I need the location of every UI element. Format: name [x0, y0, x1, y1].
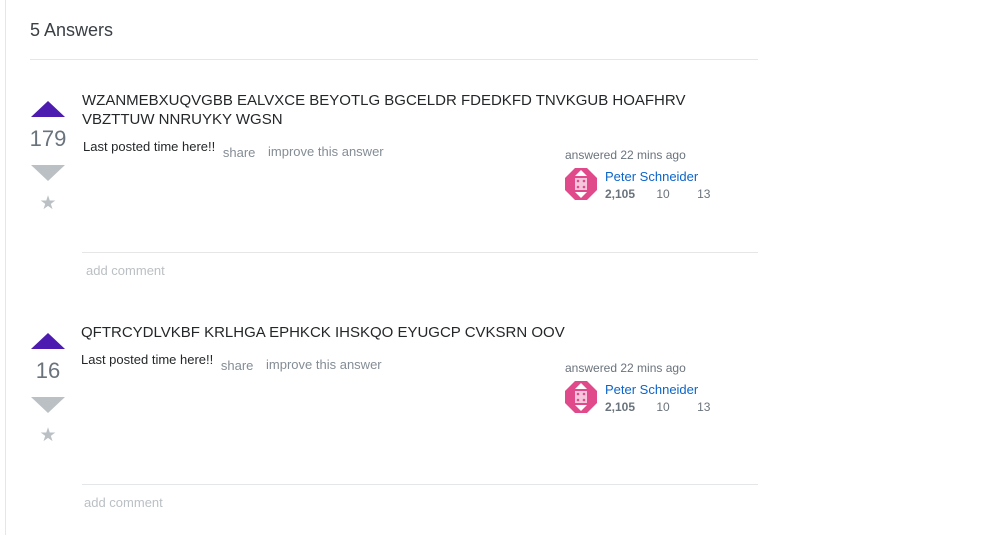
user-details: Peter Schneider 2,105 10 13 — [565, 381, 765, 415]
left-border — [5, 0, 6, 535]
answers-count-heading: 5 Answers — [30, 20, 114, 40]
star-icon[interactable]: ★ — [28, 194, 68, 214]
posted-time: Last posted time here!! — [83, 139, 216, 154]
silver-badge-count: 10 — [656, 400, 670, 414]
identicon-avatar-icon[interactable] — [565, 168, 597, 200]
add-comment-link[interactable]: add comment — [86, 263, 165, 278]
vote-up-arrow-icon[interactable] — [31, 333, 65, 349]
improve-answer-link[interactable]: improve this answer — [268, 144, 384, 159]
reputation-score: 2,105 — [605, 400, 636, 414]
user-stats: 2,105 10 13 — [605, 187, 710, 201]
vote-count: 16 — [35, 358, 61, 383]
share-link[interactable]: share — [223, 145, 256, 160]
comments-divider — [82, 252, 758, 253]
reputation-score: 2,105 — [605, 187, 636, 201]
star-icon[interactable]: ★ — [28, 426, 68, 446]
add-comment-link[interactable]: add comment — [84, 495, 163, 510]
vote-cell: 16 ★ — [28, 333, 68, 446]
vote-count: 179 — [29, 126, 67, 151]
user-name-link[interactable]: Peter Schneider — [605, 382, 698, 397]
user-card: answered 22 mins ago Peter Schneider 2,1… — [565, 361, 765, 415]
vote-down-arrow-icon[interactable] — [31, 397, 65, 413]
post-menu: Last posted time here!! share improve th… — [83, 139, 384, 160]
header-divider — [30, 59, 758, 60]
user-details: Peter Schneider 2,105 10 13 — [565, 168, 765, 202]
improve-answer-link[interactable]: improve this answer — [266, 357, 382, 372]
comments-divider — [82, 484, 758, 485]
silver-badge-count: 10 — [656, 187, 670, 201]
answer-body: QFTRCYDLVKBF KRLHGA EPHKCK IHSKQO EYUGCP… — [81, 324, 565, 341]
post-menu: Last posted time here!! share improve th… — [81, 352, 382, 373]
answered-time: answered 22 mins ago — [565, 361, 686, 375]
posted-time: Last posted time here!! — [81, 352, 214, 367]
answer-body: WZANMEBXUQVGBB EALVXCE BEYOTLG BGCELDR F… — [82, 92, 686, 128]
bronze-badge-count: 13 — [697, 400, 711, 414]
share-link[interactable]: share — [221, 358, 254, 373]
user-stats: 2,105 10 13 — [605, 400, 710, 414]
vote-cell: 179 ★ — [28, 101, 68, 214]
answered-time: answered 22 mins ago — [565, 148, 686, 162]
vote-down-arrow-icon[interactable] — [31, 165, 65, 181]
vote-up-arrow-icon[interactable] — [31, 101, 65, 117]
bronze-badge-count: 13 — [697, 187, 711, 201]
user-name-link[interactable]: Peter Schneider — [605, 169, 698, 184]
user-card: answered 22 mins ago Peter Schneider 2,1… — [565, 148, 765, 202]
identicon-avatar-icon[interactable] — [565, 381, 597, 413]
